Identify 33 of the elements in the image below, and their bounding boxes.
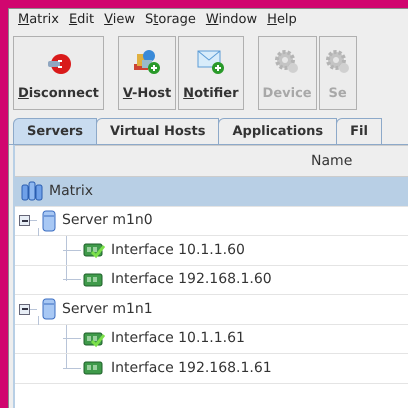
server-icon [42,210,56,232]
toolbar-button[interactable]: Disconnect [13,36,104,110]
tree-row[interactable]: Server m1n0 [15,206,408,236]
toolbar-button[interactable]: Notifier [178,36,244,110]
host-add-icon [132,48,162,76]
tree-label: Server m1n1 [62,300,153,319]
tree-label: Interface 10.1.1.60 [111,240,245,260]
tab[interactable]: Fil [336,118,382,144]
tree-row[interactable]: Interface 192.168.1.61 [15,354,408,384]
menu-item[interactable]: Help [267,10,297,30]
tree-label: Interface 192.168.1.60 [111,270,272,290]
tree-row[interactable]: Interface 192.168.1.60 [15,266,408,295]
gear-icon [324,48,352,76]
tree-row[interactable]: Matrix [15,177,408,206]
tree-label: Interface 192.168.1.61 [111,358,272,378]
tree-label: Interface 10.1.1.61 [111,329,245,348]
tree-label: Server m1n0 [62,211,153,230]
collapse-icon[interactable] [19,304,30,315]
menu-item[interactable]: Edit [68,10,94,30]
menu-item[interactable]: Storage [144,10,196,30]
server-cluster-icon [21,181,43,202]
menu-item[interactable]: View [104,10,135,30]
tab[interactable]: Servers [13,118,98,144]
collapse-icon[interactable] [19,215,30,226]
menu-item[interactable]: Matrix [18,10,59,30]
tree-row[interactable]: Interface 10.1.1.60 [15,236,408,266]
envelope-add-icon [196,48,226,76]
menu-item[interactable]: Window [206,10,258,30]
server-icon [42,298,56,320]
column-header[interactable]: Name [311,150,352,172]
tree-row[interactable]: Interface 10.1.1.61 [15,324,408,354]
toolbar-button[interactable]: V-Host [118,36,176,110]
tree-label: Matrix [49,182,94,201]
